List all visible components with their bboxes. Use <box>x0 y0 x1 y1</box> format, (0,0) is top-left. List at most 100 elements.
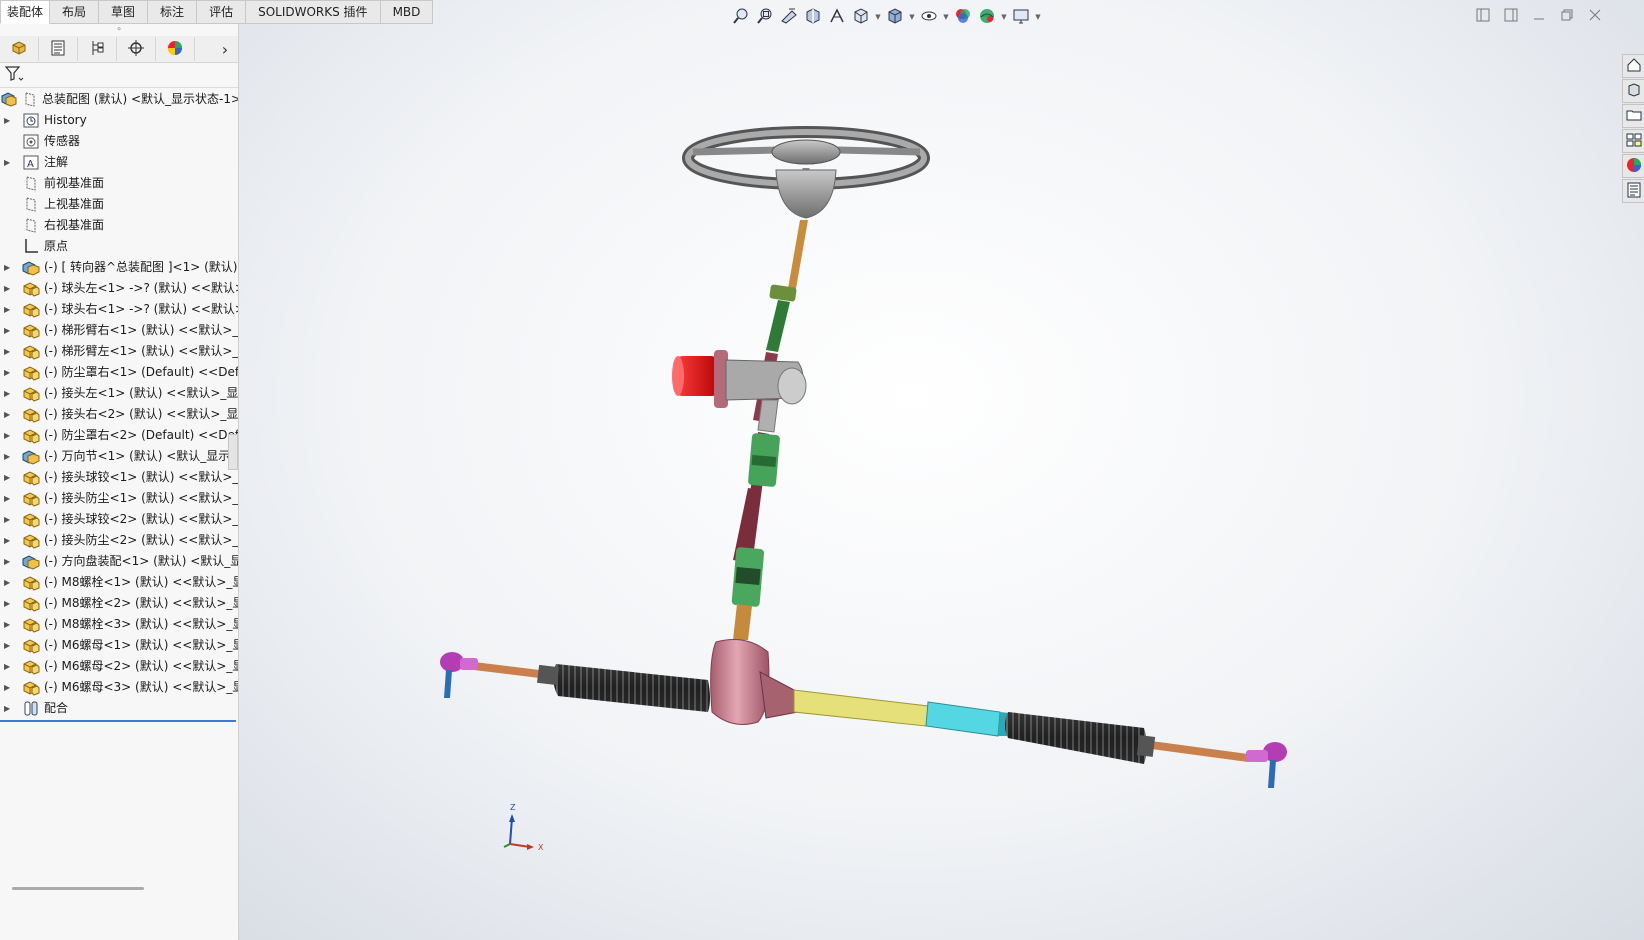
panel-tab-4[interactable] <box>156 37 195 61</box>
expand-caret-icon[interactable]: ▶ <box>4 341 14 362</box>
tree-item[interactable]: 右视基准面 <box>0 215 238 236</box>
panel-splitter-handle[interactable] <box>228 434 238 470</box>
panel-tab-0[interactable] <box>0 37 39 61</box>
tree-item[interactable]: 前视基准面 <box>0 173 238 194</box>
tree-item[interactable]: ▶ (-) 梯形臂左<1> (默认) <<默认>_显 <box>0 341 238 362</box>
tree-item[interactable]: ▶ (-) 万向节<1> (默认) <默认_显示状 <box>0 446 238 467</box>
tree-item[interactable]: ▶ (-) 接头防尘<2> (默认) <<默认>_显 <box>0 530 238 551</box>
tree-item[interactable]: ▶ (-) M8螺栓<3> (默认) <<默认>_显 <box>0 614 238 635</box>
expand-caret-icon[interactable]: ▶ <box>4 467 14 488</box>
edit-appearance-button[interactable] <box>952 6 974 28</box>
panel-tab-3[interactable] <box>117 37 156 61</box>
expand-caret-icon[interactable]: ▶ <box>4 278 14 299</box>
expand-caret-icon[interactable]: ▶ <box>4 362 14 383</box>
tree-item[interactable]: ▶ (-) 防尘罩右<1> (Default) <<Defa <box>0 362 238 383</box>
expand-caret-icon[interactable]: ▶ <box>4 656 14 677</box>
chevron-down-icon[interactable]: ▼ <box>1034 13 1042 21</box>
ball-joint-right[interactable] <box>1246 742 1287 788</box>
custom-properties-pane-tab[interactable] <box>1622 179 1644 203</box>
previous-view-button[interactable] <box>778 6 800 28</box>
expand-caret-icon[interactable]: ▶ <box>4 509 14 530</box>
minimize-icon[interactable] <box>1530 6 1548 24</box>
close-icon[interactable] <box>1586 6 1604 24</box>
expand-caret-icon[interactable]: ▶ <box>4 446 14 467</box>
filter-icon[interactable] <box>4 65 24 86</box>
tree-item[interactable]: ▶ (-) M6螺母<2> (默认) <<默认>_显 <box>0 656 238 677</box>
tree-item[interactable]: 总装配图 (默认) <默认_显示状态-1> <box>0 89 238 110</box>
expand-caret-icon[interactable]: ▶ <box>4 488 14 509</box>
ball-joint-left[interactable] <box>440 652 478 698</box>
tree-item[interactable]: ▶ (-) M6螺母<1> (默认) <<默认>_显 <box>0 635 238 656</box>
home-pane-tab[interactable] <box>1622 54 1644 78</box>
expand-caret-icon[interactable]: ▶ <box>4 299 14 320</box>
rack-tube[interactable] <box>793 689 1018 737</box>
tree-item[interactable]: ▶ (-) 接头防尘<1> (默认) <<默认>_显 <box>0 488 238 509</box>
tab-0[interactable]: 装配体 <box>0 0 51 24</box>
expand-caret-icon[interactable]: ▶ <box>4 530 14 551</box>
rack-housing[interactable] <box>710 639 799 725</box>
panel-tab-1[interactable] <box>39 37 78 61</box>
tree-item[interactable]: ▶ A 注解 <box>0 152 238 173</box>
panel-more-button[interactable]: › <box>212 37 238 61</box>
chevron-down-icon[interactable]: ▼ <box>1000 13 1008 21</box>
expand-caret-icon[interactable]: ▶ <box>4 425 14 446</box>
view-palette-pane-tab[interactable] <box>1622 129 1644 153</box>
tree-item[interactable]: 上视基准面 <box>0 194 238 215</box>
tree-item[interactable]: ▶ (-) 方向盘装配<1> (默认) <默认_显 <box>0 551 238 572</box>
apply-scene-button[interactable] <box>976 6 998 28</box>
steering-wheel[interactable] <box>682 126 930 219</box>
tab-4[interactable]: 评估 <box>197 0 247 24</box>
power-steering-unit[interactable] <box>672 350 807 433</box>
boot-right[interactable] <box>1005 712 1147 764</box>
zoom-to-area-button[interactable] <box>754 6 776 28</box>
section-view-button[interactable] <box>802 6 824 28</box>
dynamic-annotation-button[interactable] <box>826 6 848 28</box>
tab-1[interactable]: 布局 <box>50 0 100 24</box>
tree-item[interactable]: ▶ (-) M8螺栓<2> (默认) <<默认>_显 <box>0 593 238 614</box>
tree-item[interactable]: ▶ (-) 接头右<2> (默认) <<默认>_显示 <box>0 404 238 425</box>
view-settings-button[interactable] <box>1010 6 1032 28</box>
tree-item[interactable]: ▶ (-) 防尘罩右<2> (Default) <<Defa <box>0 425 238 446</box>
expand-caret-icon[interactable]: ▶ <box>4 572 14 593</box>
tree-item[interactable]: 传感器 <box>0 131 238 152</box>
expand-caret-icon[interactable]: ▶ <box>4 320 14 341</box>
design-library-pane-tab[interactable] <box>1622 79 1644 103</box>
tree-item[interactable]: ▶ (-) [ 转向器^总装配图 ]<1> (默认) <box>0 257 238 278</box>
chevron-down-icon[interactable]: ▼ <box>874 13 882 21</box>
expand-caret-icon[interactable]: ▶ <box>4 635 14 656</box>
tree-item[interactable]: ▶ (-) M6螺母<3> (默认) <<默认>_显 <box>0 677 238 698</box>
tree-item[interactable]: ▶ (-) M8螺栓<1> (默认) <<默认>_显 <box>0 572 238 593</box>
tree-item[interactable]: ▶ (-) 接头球铰<1> (默认) <<默认>_显 <box>0 467 238 488</box>
tile-right-icon[interactable] <box>1502 6 1520 24</box>
hide-show-items-button[interactable] <box>918 6 940 28</box>
expand-caret-icon[interactable]: ▶ <box>4 677 14 698</box>
display-style-button[interactable] <box>884 6 906 28</box>
intermediate-shaft[interactable] <box>731 432 780 640</box>
panel-horizontal-scrollbar[interactable] <box>12 887 144 890</box>
zoom-to-fit-button[interactable] <box>730 6 752 28</box>
chevron-down-icon[interactable]: ▼ <box>942 13 950 21</box>
tab-5[interactable]: SOLIDWORKS 插件 <box>246 0 381 24</box>
tree-item[interactable]: ▶ History <box>0 110 238 131</box>
expand-caret-icon[interactable]: ▶ <box>4 614 14 635</box>
tree-item[interactable]: ▶ 配合 <box>0 698 238 719</box>
boot-left[interactable] <box>553 664 710 712</box>
restore-icon[interactable] <box>1558 6 1576 24</box>
expand-caret-icon[interactable]: ▶ <box>4 404 14 425</box>
tree-item[interactable]: ▶ (-) 梯形臂右<1> (默认) <<默认>_显 <box>0 320 238 341</box>
expand-caret-icon[interactable]: ▶ <box>4 698 14 719</box>
tile-left-icon[interactable] <box>1474 6 1492 24</box>
expand-caret-icon[interactable]: ▶ <box>4 257 14 278</box>
chevron-down-icon[interactable]: ▼ <box>908 13 916 21</box>
tree-item[interactable]: ▶ (-) 接头球铰<2> (默认) <<默认>_显 <box>0 509 238 530</box>
expand-caret-icon[interactable]: ▶ <box>4 110 14 131</box>
tree-item[interactable]: ▶ (-) 球头右<1> ->? (默认) <<默认> <box>0 299 238 320</box>
tree-item[interactable]: 原点 <box>0 236 238 257</box>
view-orientation-button[interactable] <box>850 6 872 28</box>
steering-assembly-model[interactable] <box>238 0 1644 940</box>
tie-rod-left[interactable] <box>474 662 560 686</box>
tab-6[interactable]: MBD <box>380 0 434 24</box>
graphics-area[interactable]: Z X <box>238 0 1644 940</box>
filter-bar[interactable] <box>0 63 238 88</box>
expand-caret-icon[interactable]: ▶ <box>4 383 14 404</box>
